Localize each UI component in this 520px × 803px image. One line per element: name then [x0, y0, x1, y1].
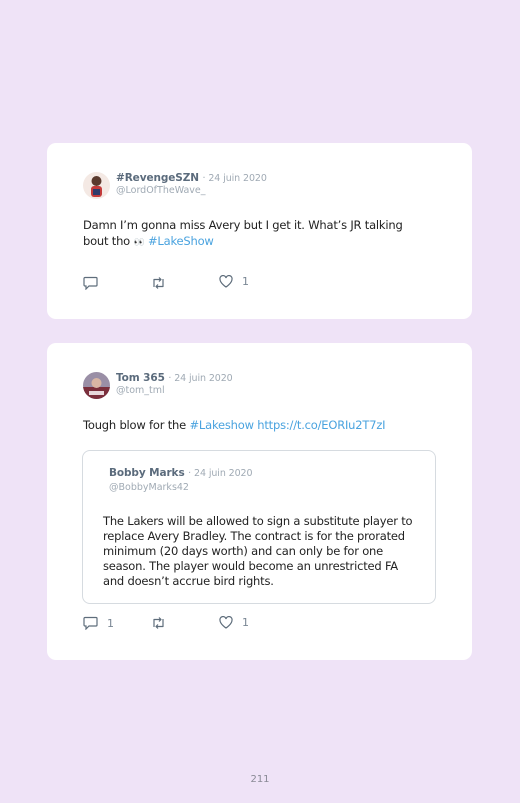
quoted-author-name-text[interactable]: Bobby Marks — [109, 467, 185, 479]
like-count: 1 — [242, 275, 249, 288]
author-name[interactable]: Tom 365 · 24 juin 2020 — [116, 372, 233, 384]
quoted-tweet-date: · 24 juin 2020 — [188, 468, 253, 479]
like-icon — [219, 616, 233, 629]
page-number: 211 — [250, 774, 270, 785]
reply-button[interactable]: 1 — [83, 616, 114, 630]
tweet-date: · 24 juin 2020 — [168, 373, 233, 384]
retweet-button[interactable] — [150, 276, 176, 290]
avatar[interactable] — [83, 172, 110, 199]
author-name-text[interactable]: #RevengeSZN — [116, 172, 199, 184]
like-button[interactable]: 1 — [219, 275, 249, 288]
quoted-author-name[interactable]: Bobby Marks · 24 juin 2020 — [109, 467, 253, 479]
like-button[interactable]: 1 — [219, 616, 249, 629]
hashtag-link[interactable]: #Lakeshow — [189, 418, 254, 432]
tweet-date: · 24 juin 2020 — [202, 173, 267, 184]
tweet-card: Tom 365 · 24 juin 2020 @tom_tml Tough bl… — [47, 343, 472, 660]
avatar[interactable] — [83, 372, 110, 399]
retweet-icon — [153, 277, 164, 289]
author-handle: @tom_tml — [116, 385, 165, 396]
tweet-text-body: Tough blow for the — [83, 418, 186, 432]
reply-icon — [83, 276, 98, 290]
like-count: 1 — [242, 616, 249, 629]
quoted-tweet-text: The Lakers will be allowed to sign a sub… — [103, 514, 413, 588]
reply-button[interactable] — [83, 276, 107, 290]
url-link[interactable]: https://t.co/EORIu2T7zI — [257, 418, 385, 432]
hashtag-link[interactable]: #LakeShow — [148, 234, 214, 248]
like-icon — [219, 275, 233, 288]
author-handle: @LordOfTheWave_ — [116, 185, 206, 196]
eyes-emoji: 👀 — [133, 237, 145, 248]
tweet-text: Tough blow for the #Lakeshow https://t.c… — [83, 418, 443, 434]
author-name-text[interactable]: Tom 365 — [116, 372, 165, 384]
quoted-author-handle: @BobbyMarks42 — [109, 482, 189, 493]
quoted-tweet[interactable]: Bobby Marks · 24 juin 2020 @BobbyMarks42… — [82, 450, 436, 604]
reply-count: 1 — [107, 616, 114, 630]
reply-icon — [83, 616, 98, 630]
tweet-text: Damn I’m gonna miss Avery but I get it. … — [83, 218, 413, 251]
author-name[interactable]: #RevengeSZN · 24 juin 2020 — [116, 172, 267, 184]
retweet-icon — [153, 617, 164, 629]
retweet-button[interactable] — [150, 616, 176, 630]
tweet-card: #RevengeSZN · 24 juin 2020 @LordOfTheWav… — [47, 143, 472, 319]
tweet-text-body: Damn I’m gonna miss Avery but I get it. … — [83, 218, 403, 248]
